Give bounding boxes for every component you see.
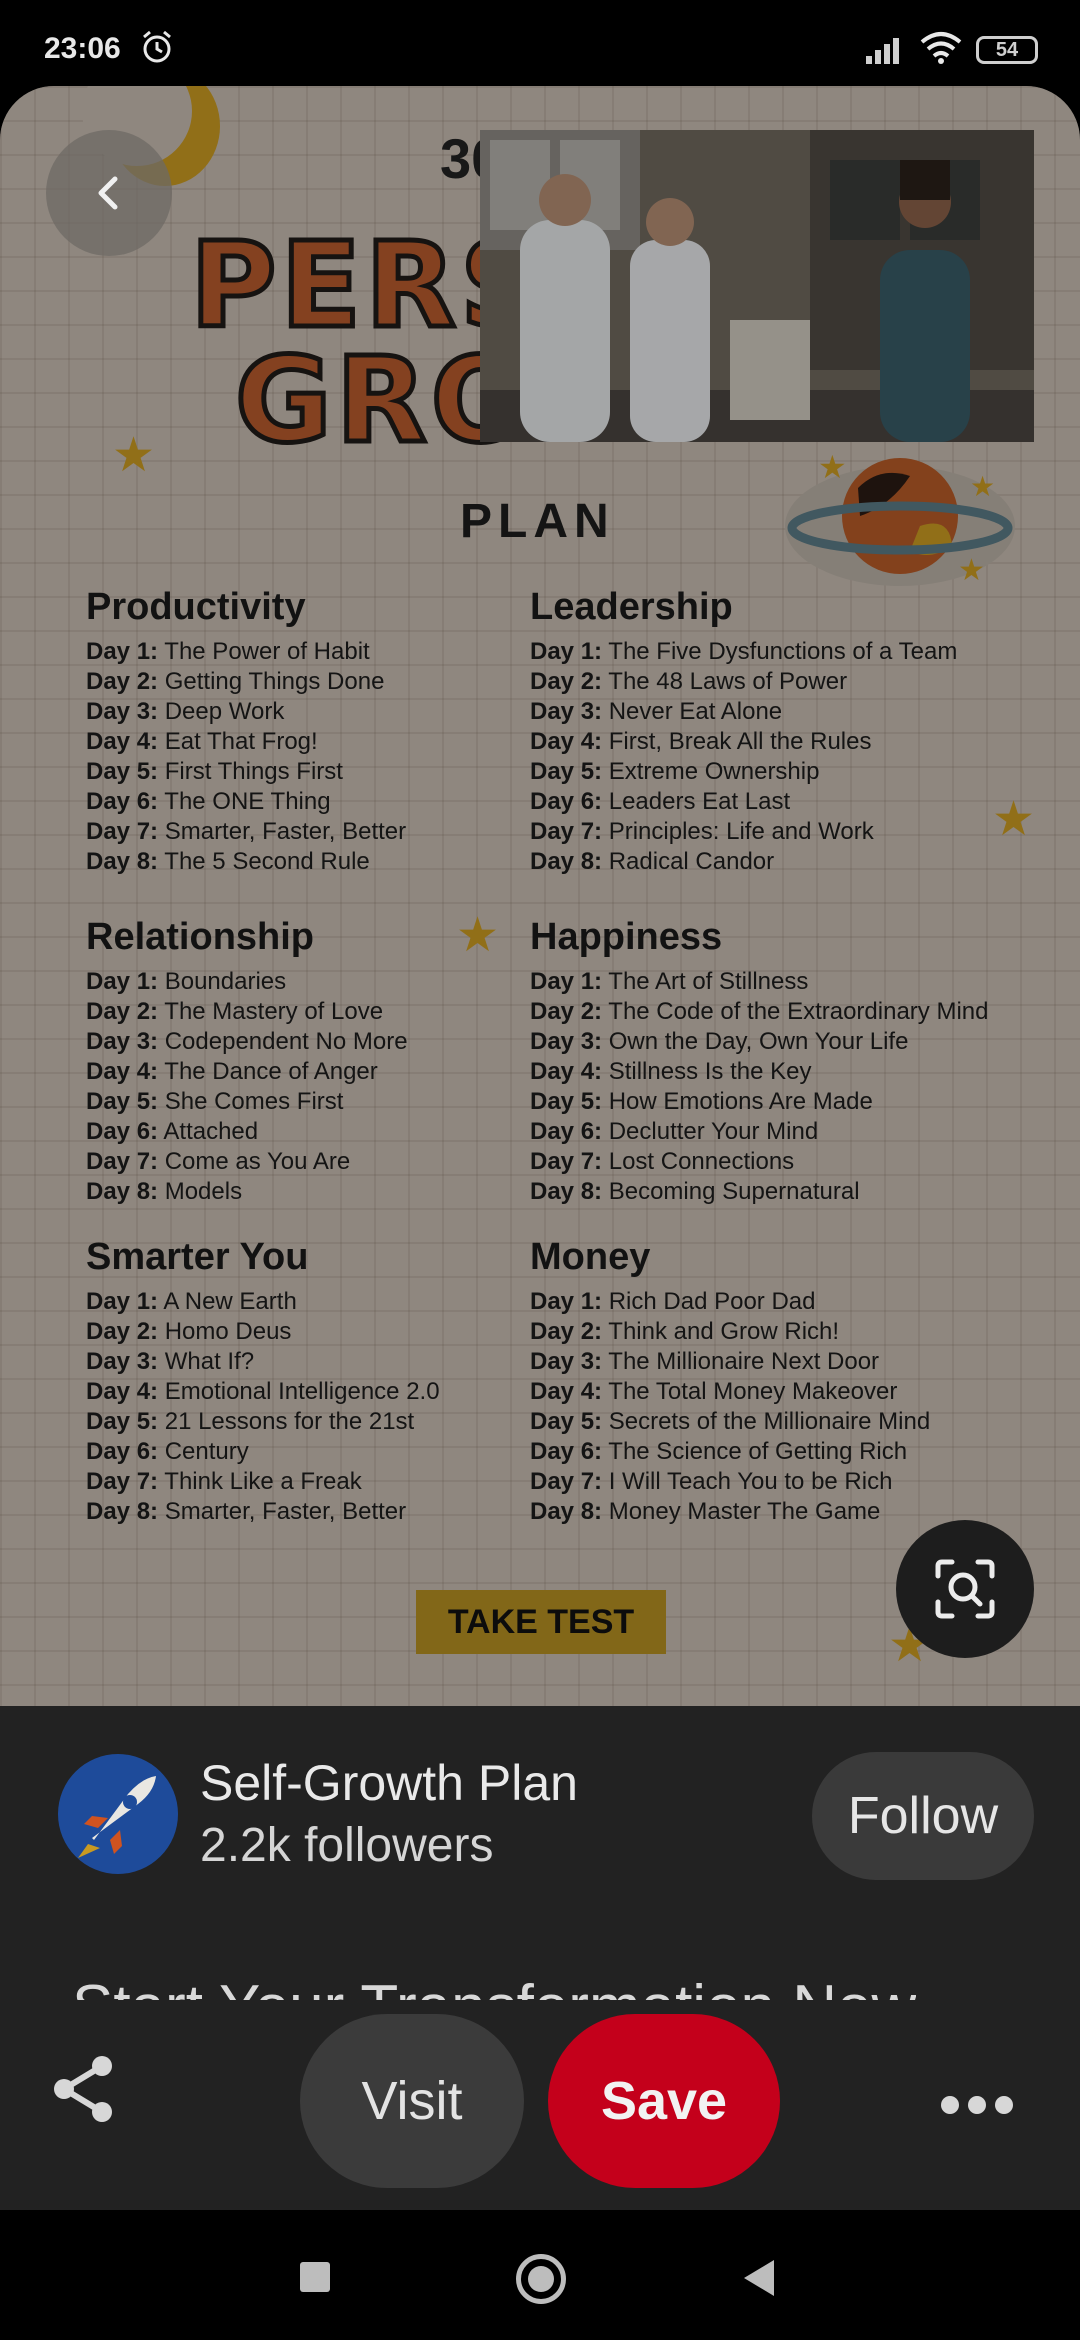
battery-indicator: 54 [976,36,1038,64]
visual-search-icon [935,1559,995,1619]
pin-details-panel: Self-Growth Plan 2.2k followers Follow S… [0,1706,1080,2210]
follower-count: 2.2k followers [200,1819,494,1872]
recent-apps-button[interactable] [300,2262,330,2292]
visual-search-button[interactable] [896,1520,1034,1658]
alarm-icon [143,30,171,63]
chevron-left-icon [98,176,118,210]
creator-name[interactable]: Self-Growth Plan [200,1754,578,1812]
home-button[interactable] [516,2254,566,2304]
rocket-icon [78,1776,156,1858]
wifi-icon [920,32,962,64]
more-dots-icon[interactable] [940,2092,1014,2118]
share-icon[interactable] [48,2052,122,2126]
avatar[interactable] [58,1754,178,1874]
visit-button[interactable]: Visit [300,2014,524,2188]
pin-image[interactable]: 30 PERS GRO PLAN ★ ★ ★ ★ ★ ★ ★ Productiv… [0,86,1080,1706]
signal-icon [866,38,899,64]
follow-button[interactable]: Follow [812,1752,1034,1880]
system-back-button[interactable] [744,2260,774,2296]
system-navigation-bar [0,2210,1080,2340]
save-button[interactable]: Save [548,2014,780,2188]
pin-title: Start Your Transformation Now [72,1962,916,2000]
dim-overlay [0,86,1080,1706]
status-time: 23:06 [44,32,121,65]
status-bar: 23:06 54 [0,0,1080,86]
back-button[interactable] [46,130,172,256]
